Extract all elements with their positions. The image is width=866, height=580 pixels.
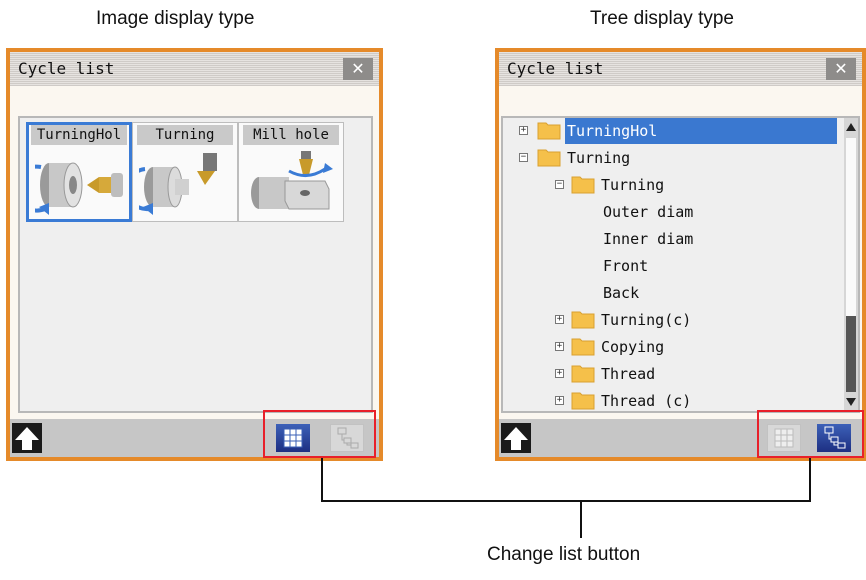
tree-item-turning-hole[interactable]: + TurningHol <box>503 118 843 144</box>
expand-icon[interactable]: + <box>519 126 528 135</box>
title-bar: Cycle list ✕ <box>499 52 862 86</box>
close-button[interactable]: ✕ <box>343 58 373 80</box>
window-title: Cycle list <box>507 59 604 78</box>
expand-icon[interactable]: + <box>555 369 564 378</box>
scrollbar-thumb[interactable] <box>846 138 856 316</box>
tree-item-label: Thread (c) <box>601 392 692 410</box>
cycle-tile-turning[interactable]: Turning <box>132 122 238 222</box>
tree-item-label: Outer diam <box>603 203 694 221</box>
cycle-list-window-tree: Cycle list ✕ + TurningHol − Turning − Tu… <box>495 48 866 461</box>
connector-left-vertical <box>321 458 323 502</box>
expand-icon[interactable]: + <box>555 396 564 405</box>
tree-item-label: Turning <box>601 176 665 194</box>
back-up-button[interactable] <box>501 423 531 453</box>
tile-label: Mill hole <box>243 125 339 145</box>
image-display-caption: Image display type <box>96 8 255 29</box>
close-button[interactable]: ✕ <box>826 58 856 80</box>
expand-icon[interactable]: + <box>555 315 564 324</box>
turning-hole-icon <box>35 162 123 215</box>
collapse-icon[interactable]: − <box>555 180 564 189</box>
tree-list-area: + TurningHol − Turning − Turning Outer d… <box>501 116 860 413</box>
scroll-up-icon[interactable] <box>845 122 857 132</box>
change-list-highlight-left <box>263 410 376 458</box>
folder-icon <box>571 365 595 383</box>
tree-item-label: Turning(c) <box>601 311 692 329</box>
vertical-scrollbar[interactable] <box>844 118 858 411</box>
connector-right-vertical <box>809 458 811 502</box>
cycle-list-window-image: Cycle list ✕ TurningHol Turning Mill hol… <box>6 48 383 461</box>
tree-display-caption: Tree display type <box>590 8 734 29</box>
back-up-button[interactable] <box>12 423 42 453</box>
collapse-icon[interactable]: − <box>519 153 528 162</box>
connector-center-vertical <box>580 500 582 538</box>
tree-item-label: Copying <box>601 338 665 356</box>
tree-item-label: Turning <box>567 149 631 167</box>
folder-icon <box>571 338 595 356</box>
mill-hole-icon <box>251 151 333 210</box>
tree-item-label: Thread <box>601 365 656 383</box>
up-arrow-icon <box>15 427 39 450</box>
change-list-caption: Change list button <box>487 544 641 565</box>
image-list-area: TurningHol Turning Mill hole <box>18 116 373 413</box>
change-list-highlight-right <box>757 410 864 458</box>
tile-label: TurningHol <box>31 125 127 145</box>
folder-icon <box>537 122 561 140</box>
folder-icon <box>571 392 595 410</box>
scrollbar-track-lower <box>846 316 856 392</box>
tree-item-label: TurningHol <box>565 118 837 144</box>
folder-icon <box>571 176 595 194</box>
folder-icon <box>571 311 595 329</box>
scroll-down-icon[interactable] <box>845 397 857 407</box>
window-title: Cycle list <box>18 59 115 78</box>
up-arrow-icon <box>504 427 528 450</box>
tree-item-label: Inner diam <box>603 230 694 248</box>
turning-icon <box>139 153 217 215</box>
expand-icon[interactable]: + <box>555 342 564 351</box>
cycle-tile-mill-hole[interactable]: Mill hole <box>238 122 344 222</box>
cycle-tile-turning-hole[interactable]: TurningHol <box>26 122 132 222</box>
tree-item-label: Back <box>603 284 640 302</box>
tile-label: Turning <box>137 125 233 145</box>
tree-item-label: Front <box>603 257 649 275</box>
title-bar: Cycle list ✕ <box>10 52 379 86</box>
connector-horizontal <box>321 500 811 502</box>
folder-icon <box>537 149 561 167</box>
